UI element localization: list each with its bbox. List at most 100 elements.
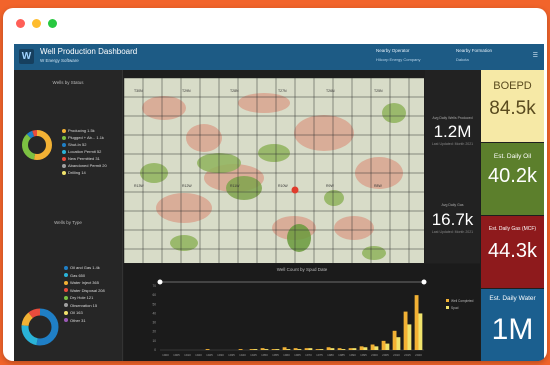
x-tick-label: 2000 (371, 353, 378, 357)
menu-icon[interactable]: ☰ (533, 52, 538, 59)
legend-item[interactable]: Oil and Gas 1.4k (64, 265, 100, 270)
chart-bar[interactable] (407, 324, 412, 350)
x-tick-label: 1920 (195, 353, 202, 357)
chart-bar[interactable] (418, 313, 423, 350)
time-slider-handle[interactable] (421, 279, 427, 285)
chart-bar[interactable] (293, 348, 298, 350)
chart-canvas[interactable]: 7060504030201001900 1905 1910 1920 1925 1930 1… (124, 264, 480, 361)
map-tile-label: R12W (182, 184, 192, 188)
chart-bar[interactable] (403, 311, 408, 350)
chart-bar[interactable] (352, 348, 357, 350)
legend-swatch (62, 142, 66, 147)
type-donut-chart[interactable] (18, 305, 62, 349)
chart-bar[interactable] (271, 349, 276, 350)
chart-bar[interactable] (385, 343, 390, 350)
map-tile-label: T26N (326, 89, 335, 93)
legend-item[interactable]: Shut-In 52 (62, 142, 86, 147)
chart-bar[interactable] (319, 349, 324, 350)
chart-bar[interactable] (326, 347, 331, 350)
chart-bar[interactable] (315, 349, 320, 350)
legend-swatch (64, 280, 68, 285)
chart-bar[interactable] (205, 349, 210, 350)
chart-bar[interactable] (238, 349, 243, 350)
chart-bar[interactable] (286, 349, 291, 350)
chart-bar[interactable] (396, 337, 401, 350)
y-tick-label: 0 (154, 348, 156, 352)
x-tick-label: 1975 (316, 353, 323, 357)
browser-window: W Well Production Dashboard W Energy Sof… (3, 8, 547, 361)
chart-legend-label: Well Completed (451, 299, 474, 303)
legend-swatch (446, 306, 449, 309)
dashboard-title: Well Production Dashboard (40, 47, 138, 56)
minimize-dot-icon[interactable] (32, 19, 41, 28)
wells-by-status-title: Wells by Status (52, 80, 84, 85)
dashboard-header: W Well Production Dashboard W Energy Sof… (14, 44, 544, 70)
map-canvas[interactable]: T30N T29N T28N T27N T26N T25N R13W R12W R11W R10W… (124, 78, 424, 263)
x-tick-label: 1960 (283, 353, 290, 357)
chart-bar[interactable] (374, 346, 379, 350)
x-tick-label: 2015 (404, 353, 411, 357)
chart-bar[interactable] (282, 347, 287, 350)
wells-by-type-title: Wells by Type (54, 220, 82, 225)
top-stat-value: 1.2M (433, 122, 472, 141)
legend-item[interactable]: New Permitted 31 (62, 156, 100, 161)
legend-item[interactable]: Oil 163 (64, 310, 83, 315)
y-tick-label: 10 (152, 339, 156, 343)
legend-item[interactable]: Observation 15 (64, 303, 97, 308)
status-donut-chart[interactable] (20, 128, 54, 162)
time-slider-handle[interactable] (157, 279, 163, 285)
chart-bar[interactable] (348, 348, 353, 350)
kpi-label: Est. Daily Oil (493, 153, 532, 160)
kpi-column: BOEPD 84.5k Est. Daily Oil 40.2k Est. Da… (481, 70, 544, 361)
operator-filter-select[interactable]: Hilcorp Energy Company (376, 57, 420, 62)
legend-item[interactable]: Plugged + Ab... 1.1k (62, 135, 104, 140)
legend-item[interactable]: Dry Hole 121 (64, 295, 93, 300)
chart-bar[interactable] (260, 348, 265, 350)
map-tile-label: R13W (134, 184, 144, 188)
chart-bar[interactable] (304, 348, 309, 350)
legend-item[interactable]: Producing 1.5k (62, 128, 95, 133)
legend-item[interactable]: Water Disposal 208 (64, 288, 105, 293)
chart-bar[interactable] (264, 349, 269, 350)
map-tile-label: T28N (230, 89, 239, 93)
chart-bar[interactable] (341, 349, 346, 350)
dashboard-subtitle: W Energy Software (40, 58, 79, 63)
chart-bar[interactable] (249, 349, 254, 350)
legend-item[interactable]: Water Inject 365 (64, 280, 99, 285)
map-terrain-region (294, 115, 354, 151)
kpi-value: 1M (491, 313, 534, 346)
well-map[interactable]: T30N T29N T28N T27N T26N T25N R13W R12W R11W R10W… (124, 78, 424, 263)
chart-bar[interactable] (359, 346, 364, 350)
chart-bar[interactable] (414, 295, 419, 350)
y-tick-label: 60 (152, 293, 156, 297)
maximize-dot-icon[interactable] (48, 19, 57, 28)
legend-swatch (64, 295, 68, 300)
chart-bar[interactable] (275, 349, 280, 350)
x-tick-label: 2020 (415, 353, 422, 357)
legend-item[interactable]: Location Permit 52 (62, 149, 101, 154)
chart-bar[interactable] (308, 348, 313, 350)
chart-bar[interactable] (330, 348, 335, 350)
chart-bar[interactable] (381, 340, 386, 350)
chart-bar[interactable] (337, 348, 342, 350)
close-dot-icon[interactable] (16, 19, 25, 28)
map-tile-label: R8W (374, 184, 382, 188)
legend-item[interactable]: Abandoned Permit 20 (62, 163, 107, 168)
kpi-boepd: BOEPD 84.5k (481, 70, 544, 142)
chart-bar[interactable] (253, 349, 258, 350)
chart-bar[interactable] (297, 349, 302, 350)
y-tick-label: 40 (152, 311, 156, 315)
map-terrain-region (238, 93, 290, 113)
map-terrain-region (324, 190, 344, 206)
legend-item[interactable]: Gas 650 (64, 273, 85, 278)
legend-item[interactable]: Drilling 14 (62, 170, 86, 175)
chart-bar[interactable] (370, 344, 375, 350)
legend-item[interactable]: Other 31 (64, 318, 86, 323)
chart-bar[interactable] (392, 330, 397, 350)
chart-bar[interactable] (363, 347, 368, 350)
formation-filter-select[interactable]: Dakota (456, 57, 469, 62)
x-tick-label: 1935 (228, 353, 235, 357)
bottom-stat-sub: Last Updated: Month 2021 (431, 230, 474, 234)
y-tick-label: 30 (152, 321, 156, 325)
x-tick-label: 1965 (294, 353, 301, 357)
